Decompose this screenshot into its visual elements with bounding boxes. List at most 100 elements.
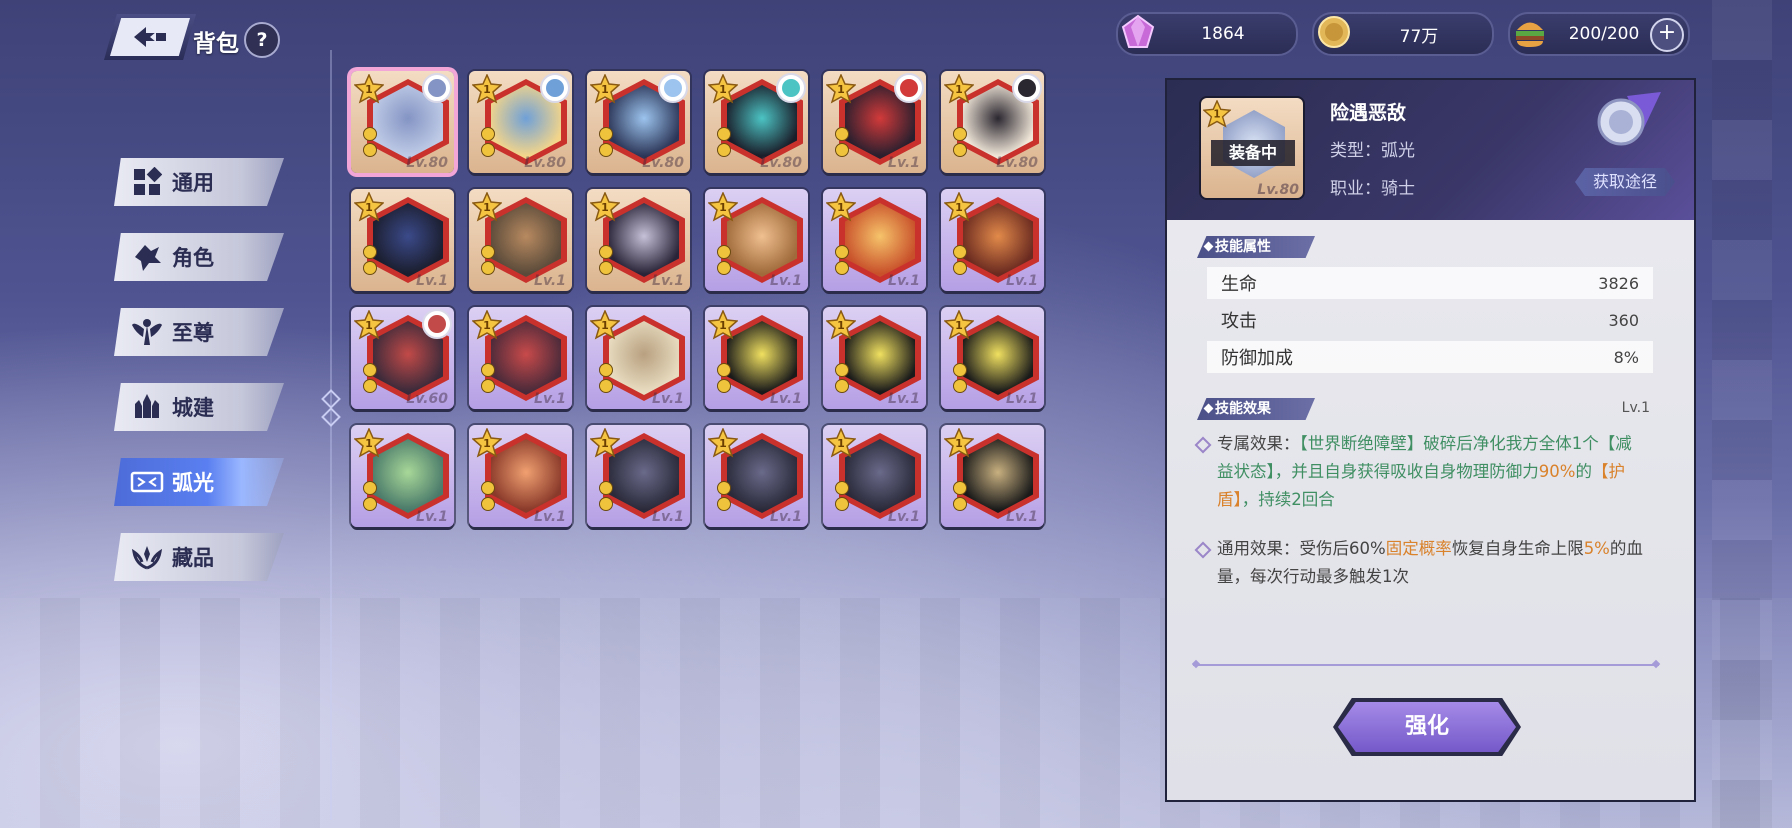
item-class: 职业：骑士 <box>1330 179 1415 199</box>
socket-dot <box>363 481 377 495</box>
item-level: Lv.1 <box>652 509 684 525</box>
item-level: Lv.1 <box>1006 391 1038 407</box>
socket-dot <box>717 481 731 495</box>
star-icon: 1 <box>944 74 974 104</box>
socket-dot <box>835 497 849 511</box>
socket-dot <box>599 481 613 495</box>
item-slot[interactable]: 1 Lv.80 <box>705 71 808 173</box>
item-slot[interactable]: 1 Lv.1 <box>823 307 926 409</box>
star-icon: 1 <box>708 192 738 222</box>
help-button[interactable]: ? <box>244 22 280 58</box>
item-slot[interactable]: 1 Lv.1 <box>823 425 926 527</box>
item-slot[interactable]: 1 Lv.1 <box>941 307 1044 409</box>
socket-dot <box>835 127 849 141</box>
hero-avatar <box>894 73 924 103</box>
socket-dot <box>481 143 495 157</box>
socket-dot <box>363 379 377 393</box>
socket-dot <box>717 245 731 259</box>
socket-dot <box>481 379 495 393</box>
star-icon: 1 <box>354 428 384 458</box>
item-slot[interactable]: 1 Lv.80 <box>469 71 572 173</box>
page-title: 背包 <box>193 31 239 57</box>
tab-character[interactable]: 角色 <box>114 233 284 281</box>
tab-city[interactable]: 城建 <box>114 383 284 431</box>
item-slot[interactable]: 1 Lv.1 <box>587 189 690 291</box>
star-icon: 1 <box>708 74 738 104</box>
star-icon: 1 <box>590 310 620 340</box>
tab-label: 角色 <box>172 246 214 270</box>
upgrade-button[interactable]: 强化 <box>1333 698 1521 756</box>
socket-dot <box>599 245 613 259</box>
item-slot[interactable]: 1 Lv.1 <box>823 71 926 173</box>
obtain-source-button[interactable]: 获取途径 <box>1575 168 1675 196</box>
svg-text:1: 1 <box>837 437 845 450</box>
item-slot[interactable]: 1 Lv.1 <box>941 425 1044 527</box>
stat-label: 防御加成 <box>1221 348 1293 369</box>
item-slot[interactable]: 1 Lv.60 <box>351 307 454 409</box>
hero-avatar <box>776 73 806 103</box>
svg-text:1: 1 <box>365 319 373 332</box>
hero-avatar <box>422 73 452 103</box>
item-slot[interactable]: 1 Lv.1 <box>351 189 454 291</box>
item-slot[interactable]: 1 Lv.1 <box>705 189 808 291</box>
star-icon: 1 <box>590 74 620 104</box>
svg-text:1: 1 <box>365 83 373 96</box>
character-icon <box>130 240 164 274</box>
effect-level: Lv.1 <box>1621 400 1650 416</box>
exclusive-effect-text: 专属效果：【世界断绝障壁】破碎后净化我方全体1个【减益状态】，并且自身获得吸收自… <box>1194 430 1647 514</box>
tab-arclight[interactable]: 弧光 <box>114 458 284 506</box>
socket-dot <box>953 261 967 275</box>
socket-dot <box>363 127 377 141</box>
item-slot[interactable]: 1 Lv.80 <box>351 71 454 173</box>
gold-coin-icon <box>1312 10 1356 54</box>
socket-dot <box>953 497 967 511</box>
item-level: Lv.1 <box>534 273 566 289</box>
item-slot[interactable]: 1 Lv.1 <box>469 307 572 409</box>
hero-avatar <box>422 309 452 339</box>
item-slot[interactable]: 1 Lv.1 <box>705 307 808 409</box>
laurel-icon <box>130 540 164 574</box>
svg-text:1: 1 <box>837 201 845 214</box>
stat-row: 攻击 360 <box>1207 304 1653 336</box>
tab-label: 弧光 <box>172 471 214 495</box>
item-slot[interactable]: 1 Lv.80 <box>941 71 1044 173</box>
tab-collection[interactable]: 藏品 <box>114 533 284 581</box>
item-slot[interactable]: 1 Lv.1 <box>469 189 572 291</box>
castle-icon <box>130 390 164 424</box>
svg-text:1: 1 <box>601 437 609 450</box>
section-stats-title: 技能属性 <box>1197 236 1315 258</box>
arclight-emblem-icon <box>1597 92 1661 146</box>
grid-icon <box>130 165 164 199</box>
item-slot[interactable]: 1 Lv.1 <box>941 189 1044 291</box>
svg-text:1: 1 <box>955 201 963 214</box>
item-slot[interactable]: 1 Lv.1 <box>469 425 572 527</box>
hero-avatar <box>540 73 570 103</box>
item-slot[interactable]: 1 Lv.1 <box>823 189 926 291</box>
gold-currency: 77万 <box>1312 12 1494 56</box>
tab-general[interactable]: 通用 <box>114 158 284 206</box>
add-stamina-button[interactable]: + <box>1650 18 1684 52</box>
socket-dot <box>835 261 849 275</box>
item-slot[interactable]: 1 Lv.1 <box>587 307 690 409</box>
socket-dot <box>481 127 495 141</box>
detail-item-icon: 1 装备中 Lv.80 <box>1201 98 1303 198</box>
item-slot[interactable]: 1 Lv.1 <box>587 425 690 527</box>
socket-dot <box>953 363 967 377</box>
stat-row: 防御加成 8% <box>1207 341 1653 373</box>
star-icon: 1 <box>354 192 384 222</box>
socket-dot <box>599 497 613 511</box>
socket-dot <box>363 497 377 511</box>
item-slot[interactable]: 1 Lv.1 <box>351 425 454 527</box>
item-slot[interactable]: 1 Lv.1 <box>705 425 808 527</box>
item-slot[interactable]: 1 Lv.80 <box>587 71 690 173</box>
item-level: Lv.1 <box>770 391 802 407</box>
item-level: Lv.1 <box>416 273 448 289</box>
star-icon: 1 <box>472 310 502 340</box>
socket-dot <box>835 481 849 495</box>
back-button[interactable] <box>104 14 196 60</box>
svg-text:1: 1 <box>483 201 491 214</box>
star-icon: 1 <box>944 428 974 458</box>
tab-supreme[interactable]: 至尊 <box>114 308 284 356</box>
panel-divider <box>1193 664 1659 666</box>
stat-value: 8% <box>1613 347 1639 367</box>
